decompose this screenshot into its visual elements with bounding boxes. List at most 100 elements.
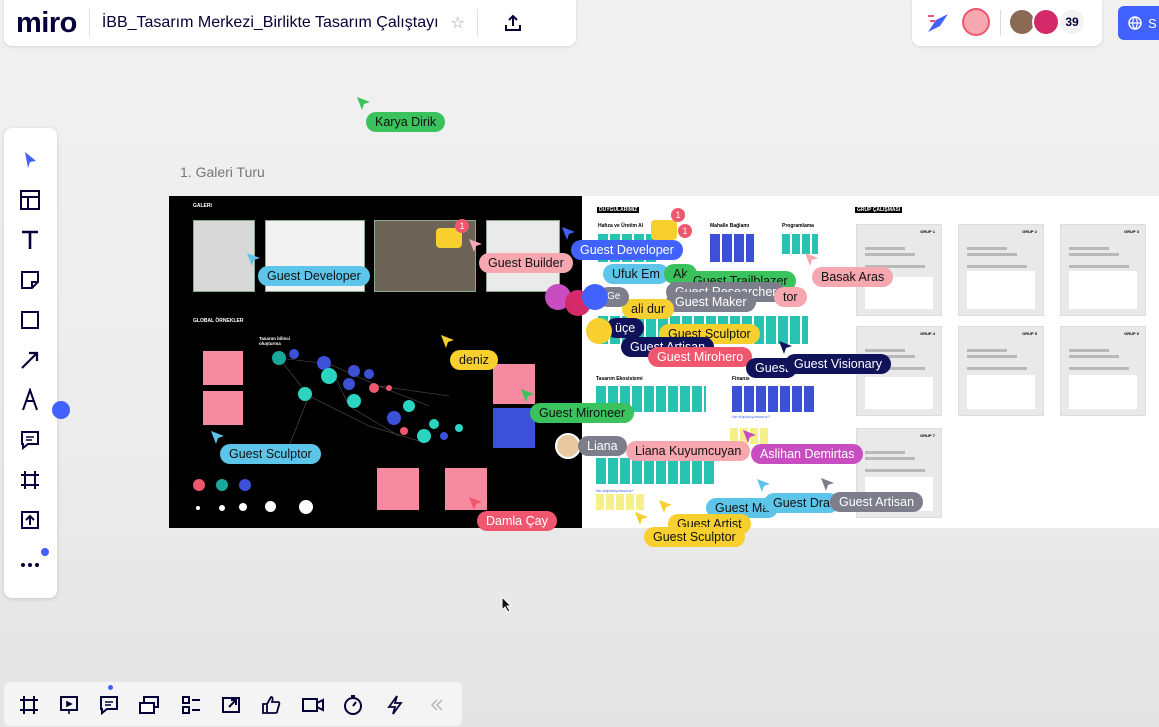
cursor-label: Basak Aras — [812, 267, 894, 287]
cursor-label: Guest Mirohero — [648, 347, 753, 367]
templates-icon[interactable] — [16, 186, 44, 214]
chart-title: Tasarım bilinci oluşturma — [259, 336, 291, 346]
legend-dot — [299, 500, 313, 514]
cursor-pointer-icon — [821, 478, 834, 491]
collaborator-avatar — [586, 318, 612, 344]
cursor-label: Guest Visionary — [785, 354, 892, 374]
prompt-text: Ne düşünüyorsunuz? — [732, 414, 770, 419]
example-card — [203, 391, 243, 425]
row-title: Tasarım Ekosistemi — [596, 376, 643, 382]
cursor-pointer-icon — [521, 389, 534, 402]
sticky-note-icon[interactable] — [16, 266, 44, 294]
sticky-grid — [596, 494, 646, 510]
group-card: GRUP 2 — [958, 224, 1044, 316]
comment-bubble-icon[interactable] — [651, 220, 677, 240]
cursor-label: deniz — [450, 350, 498, 370]
timer-icon[interactable] — [340, 692, 366, 718]
cursor-label: Guest Dra — [764, 493, 839, 513]
cursor-pointer-icon — [441, 335, 454, 348]
group-card: GRUP 5 — [958, 326, 1044, 416]
text-tool-icon[interactable] — [16, 226, 44, 254]
shape-tool-icon[interactable] — [16, 306, 44, 334]
example-card — [203, 351, 243, 385]
collaborator-avatar[interactable] — [1032, 8, 1060, 36]
example-card — [493, 408, 535, 448]
globe-icon — [1128, 16, 1142, 30]
card-title: GRUP 7 — [920, 433, 935, 438]
cards-icon[interactable] — [136, 692, 162, 718]
comment-count-badge: 1 — [455, 219, 469, 233]
export-icon[interactable] — [498, 8, 528, 38]
card-title: GRUP 3 — [1124, 229, 1139, 234]
prompt-text: Ne düşünüyorsunuz? — [596, 488, 634, 493]
legend-dot — [265, 501, 276, 512]
frames-icon[interactable] — [16, 692, 42, 718]
user-avatar[interactable] — [962, 8, 990, 36]
column-title: Programlama — [782, 223, 814, 229]
cursor-pointer-icon — [211, 431, 224, 444]
presentation-icon[interactable] — [56, 692, 82, 718]
section-title: GALERI — [193, 203, 212, 209]
legend-dot — [216, 479, 228, 491]
share-button[interactable]: S — [1118, 6, 1159, 40]
divider — [476, 9, 478, 37]
video-call-icon[interactable] — [300, 692, 326, 718]
more-tools-icon[interactable] — [16, 550, 44, 578]
collapse-icon[interactable] — [424, 692, 450, 718]
comment-icon[interactable] — [16, 426, 44, 454]
cursor-pointer-icon — [247, 253, 260, 266]
cursor-label: Damla Çay — [477, 511, 557, 531]
notification-dot — [41, 548, 49, 556]
cursor-pointer-icon — [357, 97, 370, 110]
reactions-thumbs-up-icon[interactable] — [258, 692, 284, 718]
cursor-label: Guest Maker — [666, 292, 756, 312]
cursor-pointer-icon — [635, 512, 648, 525]
cursor-pointer-icon — [469, 239, 482, 252]
comments-icon[interactable] — [96, 692, 122, 718]
legend-dot — [239, 479, 251, 491]
sticky-grid — [782, 234, 818, 254]
comment-count-badge: 1 — [671, 208, 685, 222]
column-title: Hafıza ve Üretim Al — [598, 223, 644, 229]
bottom-toolbar — [4, 682, 462, 726]
section-title: GLOBAL ÖRNEKLER — [193, 318, 244, 324]
cursor-label: Liana — [578, 436, 627, 456]
collaborator-indicator[interactable] — [52, 401, 70, 419]
cursor-label: Guest Sculptor — [220, 444, 321, 464]
gallery-board[interactable]: GALERI GLOBAL ÖRNEKLER Tasarım bilinci o… — [169, 196, 582, 528]
select-tool-icon[interactable] — [16, 146, 44, 174]
sticky-grid — [596, 458, 716, 484]
card-title: GRUP 4 — [920, 331, 935, 336]
cursor-pointer-icon — [805, 253, 818, 266]
arrow-tool-icon[interactable] — [16, 346, 44, 374]
share-screen-icon[interactable] — [218, 692, 244, 718]
legend-dot — [193, 479, 205, 491]
cursor-label: tor — [774, 287, 807, 307]
column-title: Mahalle Bağlamı — [710, 223, 750, 229]
cursor-label: Aslihan Demirtas — [751, 444, 864, 464]
share-label: S — [1148, 15, 1157, 31]
upload-icon[interactable] — [16, 506, 44, 534]
card-title: GRUP 1 — [920, 229, 935, 234]
cursor-label: Guest Developer — [571, 240, 683, 260]
frame-tool-icon[interactable] — [16, 466, 44, 494]
collaborator-avatar — [582, 284, 608, 310]
cursor-label: Guest Artisan — [830, 492, 924, 512]
board-title[interactable]: İBB_Tasarım Merkezi_Birlikte Tasarım Çal… — [102, 14, 439, 32]
cursor-label: Guest Builder — [479, 253, 573, 273]
power-ups-icon[interactable] — [382, 692, 408, 718]
frame-title[interactable]: 1. Galeri Turu — [180, 164, 265, 180]
reactions-icon[interactable] — [926, 12, 950, 39]
star-icon[interactable]: ☆ — [451, 13, 465, 33]
cursor-label: Liana Kuyumcuyan — [626, 441, 751, 461]
sticky-grid — [732, 386, 816, 412]
cursor-label: Karya Dirik — [366, 112, 446, 132]
collaborator-count[interactable]: 39 — [1058, 8, 1086, 36]
cursor-label: ali dur — [622, 299, 675, 319]
section-title: DUYGULARIMIZ — [597, 207, 640, 213]
pen-tool-icon[interactable] — [16, 386, 44, 414]
example-card — [377, 468, 419, 510]
card-title: GRUP 5 — [1022, 331, 1037, 336]
miro-logo[interactable]: miro — [16, 7, 77, 40]
kanban-icon[interactable] — [178, 692, 204, 718]
